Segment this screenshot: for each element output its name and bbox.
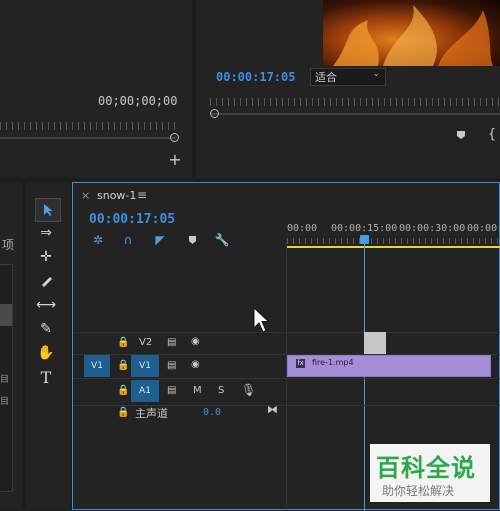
- project-item-selected[interactable]: [0, 304, 12, 326]
- program-scroll-handle[interactable]: [210, 109, 219, 118]
- track-select-tool-icon[interactable]: ⇒: [34, 222, 58, 244]
- track-v2-row: [73, 332, 500, 355]
- slip-tool-icon[interactable]: ⟷: [34, 294, 58, 316]
- type-tool-icon[interactable]: T: [34, 366, 58, 388]
- watermark-title: 百科全说: [376, 454, 476, 482]
- source-patch-v1[interactable]: V1: [84, 355, 110, 377]
- film-sync-icon[interactable]: ▤: [167, 385, 176, 396]
- track-v2-clip-area: [364, 332, 386, 354]
- clip-fx-icon: fx: [296, 359, 305, 368]
- project-panel-label: 项: [2, 238, 15, 252]
- fire-flames: [333, 5, 493, 66]
- program-scroll-track[interactable]: [210, 113, 500, 115]
- ruler-label-2: 00:00:30:00: [399, 223, 466, 234]
- ruler-label-0: 00:00: [287, 223, 318, 234]
- microphone-icon[interactable]: 🎙: [241, 383, 256, 397]
- project-marker-2: 目: [0, 397, 10, 407]
- work-area-bar[interactable]: [287, 246, 500, 248]
- snap-magnet-icon[interactable]: ∩: [121, 233, 135, 247]
- project-marker-1: 目: [0, 375, 10, 385]
- tools-panel: ⇒ ✛ ⟷ ✎ ✋ T: [26, 182, 70, 510]
- tab-close-icon[interactable]: ×: [81, 189, 90, 202]
- track-a1-target[interactable]: A1: [131, 380, 159, 402]
- program-preview: [323, 0, 500, 66]
- program-ruler: [210, 98, 500, 106]
- mark-in-icon[interactable]: {: [486, 126, 498, 142]
- video-clip[interactable]: fx fire-1.mp4: [287, 355, 491, 377]
- clip-name: fire-1.mp4: [312, 358, 354, 367]
- program-monitor-panel: 00:00:17:05 适合 ⌄ {: [196, 0, 500, 178]
- program-timecode: 00:00:17:05: [216, 70, 296, 84]
- master-volume[interactable]: 0.0: [203, 407, 221, 418]
- source-scroll-track[interactable]: [0, 137, 176, 139]
- watermark-subtitle: 助你轻松解决: [382, 484, 455, 498]
- tab-sequence[interactable]: snow-1: [97, 189, 136, 202]
- add-button-icon[interactable]: +: [168, 150, 182, 169]
- source-patch-v1-label: V1: [91, 361, 103, 371]
- chevron-down-icon: ⌄: [372, 69, 380, 79]
- film-sync-icon[interactable]: ▤: [167, 337, 176, 348]
- ruler-label-3: 00:00:4: [467, 223, 500, 234]
- selection-tool-icon[interactable]: [35, 198, 61, 222]
- source-ruler: [0, 122, 176, 130]
- film-sync-icon[interactable]: ▤: [167, 360, 176, 371]
- track-v2-label: V2: [139, 337, 153, 348]
- go-to-edit-icon[interactable]: ⧓: [267, 403, 278, 416]
- add-marker-icon[interactable]: [454, 128, 468, 142]
- source-monitor-panel: 00;00;00;00 +: [0, 0, 192, 178]
- lock-icon[interactable]: 🔒: [117, 360, 129, 371]
- lock-icon[interactable]: 🔒: [117, 337, 129, 348]
- fit-dropdown-label: 适合: [315, 71, 337, 84]
- lock-icon[interactable]: 🔒: [117, 385, 129, 396]
- ruler-label-1: 00:00:15:00: [331, 223, 398, 234]
- eye-icon[interactable]: ◉: [191, 336, 200, 347]
- solo-button[interactable]: S: [218, 385, 224, 396]
- ripple-edit-tool-icon[interactable]: ✛: [34, 246, 58, 268]
- settings-wrench-icon[interactable]: 🔧: [215, 233, 230, 247]
- master-track-label: 主声道: [135, 407, 168, 420]
- linked-selection-icon[interactable]: ◤: [153, 233, 167, 247]
- hand-tool-icon[interactable]: ✋: [34, 342, 58, 364]
- mute-button[interactable]: M: [193, 385, 202, 396]
- timeline-ruler: [287, 238, 500, 244]
- track-a1-label: A1: [139, 386, 151, 396]
- timeline-timecode: 00:00:17:05: [89, 212, 176, 227]
- nest-icon[interactable]: ✲: [91, 233, 105, 247]
- fit-dropdown[interactable]: 适合 ⌄: [310, 68, 386, 86]
- track-v1-target[interactable]: V1: [131, 355, 159, 377]
- mouse-cursor-icon: [253, 306, 270, 333]
- razor-tool-icon[interactable]: [34, 270, 58, 292]
- add-marker-icon[interactable]: [185, 233, 199, 247]
- track-v1-label: V1: [139, 361, 151, 371]
- pen-tool-icon[interactable]: ✎: [34, 318, 58, 340]
- source-timecode: 00;00;00;00: [98, 94, 178, 108]
- playhead-handle[interactable]: [360, 235, 369, 244]
- eye-icon[interactable]: ◉: [191, 359, 200, 370]
- watermark: 百科全说 助你轻松解决: [370, 444, 490, 502]
- project-panel: 项 目 目: [0, 182, 22, 510]
- tab-menu-icon[interactable]: ≡: [137, 188, 147, 202]
- lock-icon[interactable]: 🔒: [117, 407, 129, 418]
- source-scroll-handle[interactable]: [170, 133, 179, 142]
